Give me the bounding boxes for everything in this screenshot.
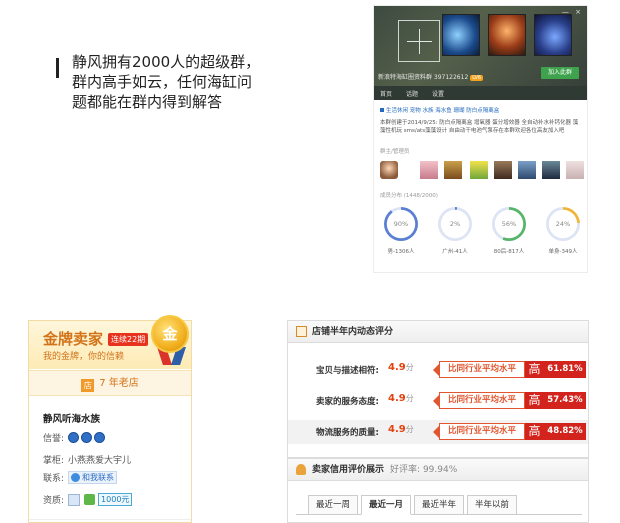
member-stats: 90% 男-1306人 2% 广州-41人 56% 80后-817人 24% 单… bbox=[374, 207, 587, 267]
stat-ring: 56% bbox=[492, 207, 526, 241]
shop-ratings-panel: 店铺半年内动态评分 宝贝与描述相符: 4.9分 比同行业平均水平 高 61.81… bbox=[287, 320, 589, 458]
level-badge: LV6 bbox=[470, 75, 484, 81]
percent-value: 61.81% bbox=[544, 361, 586, 378]
seller-title: 金牌卖家 bbox=[43, 330, 104, 348]
ratings-header: 店铺半年内动态评分 bbox=[288, 321, 588, 343]
tab-settings[interactable]: 设置 bbox=[432, 89, 444, 98]
group-header: — × 新浪特海缸圈资料群 397122612 LV6 加入此群 bbox=[374, 6, 587, 86]
compare-label: 比同行业平均水平 bbox=[433, 361, 525, 378]
group-tabs: 首页 话题 设置 bbox=[374, 86, 587, 100]
tab-before-half-year[interactable]: 半年以前 bbox=[467, 495, 517, 515]
high-badge: 高 bbox=[525, 361, 544, 378]
accent-bar bbox=[56, 58, 59, 78]
avatar[interactable] bbox=[444, 161, 462, 179]
avatar[interactable] bbox=[380, 161, 398, 179]
group-photo[interactable] bbox=[534, 14, 572, 56]
shop-years: 店7 年老店 bbox=[29, 370, 191, 396]
intro-block: 静风拥有2000人的超级群，群内高手如云，任何海缸问题都能在群内得到解答 bbox=[56, 52, 266, 112]
percent-value: 48.82% bbox=[544, 423, 586, 440]
high-badge: 高 bbox=[525, 392, 544, 409]
seller-slogan: 我的金牌，你的信赖 bbox=[43, 352, 125, 362]
contact-row: 联系: 和我联系 bbox=[43, 471, 118, 484]
contact-seller-button[interactable]: 和我联系 bbox=[68, 471, 118, 484]
positive-rate: 99.94% bbox=[422, 465, 458, 475]
intro-text: 静风拥有2000人的超级群，群内高手如云，任何海缸问题都能在群内得到解答 bbox=[72, 53, 261, 111]
tab-last-month[interactable]: 最近一月 bbox=[361, 495, 411, 515]
members-label: 成员分布 (1448/2000) bbox=[380, 193, 438, 199]
avatar[interactable] bbox=[566, 161, 584, 179]
streak-badge: 连续22期 bbox=[108, 333, 149, 346]
stat-label: 男-1306人 bbox=[387, 249, 415, 255]
gold-seller-card: 金牌卖家 连续22期 我的金牌，你的信赖 金 店7 年老店 静风听海水族 信誉:… bbox=[28, 315, 192, 523]
qq-group-card: — × 新浪特海缸圈资料群 397122612 LV6 加入此群 首页 话题 设置… bbox=[373, 5, 588, 273]
admins-label: 群主/管理员 bbox=[380, 149, 410, 155]
group-photo[interactable] bbox=[442, 14, 480, 56]
compare-label: 比同行业平均水平 bbox=[433, 392, 525, 409]
rating-row-logistics: 物流服务的质量: 4.9分 比同行业平均水平 高 48.82% bbox=[288, 420, 588, 444]
avatar[interactable] bbox=[470, 161, 488, 179]
seller-credit-panel: 卖家信用评价展示 好评率: 99.94% 最近一周 最近一月 最近半年 半年以前 bbox=[287, 458, 589, 523]
stat-label: 单身-349人 bbox=[548, 249, 578, 255]
tab-last-half-year[interactable]: 最近半年 bbox=[414, 495, 464, 515]
rating-row-description: 宝贝与描述相符: 4.9分 比同行业平均水平 高 61.81% bbox=[288, 358, 588, 382]
avatar[interactable] bbox=[494, 161, 512, 179]
qualification-row: 资质: 1000元 bbox=[43, 493, 133, 506]
avatar[interactable] bbox=[420, 161, 438, 179]
window-controls[interactable]: — × bbox=[562, 8, 583, 16]
stat-ring: 24% bbox=[546, 207, 580, 241]
stat-label: 广州-41人 bbox=[442, 249, 468, 255]
high-badge: 高 bbox=[525, 423, 544, 440]
stat-label: 80后-817人 bbox=[493, 249, 525, 255]
add-photo-icon[interactable] bbox=[398, 20, 440, 62]
credit-header: 卖家信用评价展示 好评率: 99.94% bbox=[288, 459, 588, 481]
diamond-icon bbox=[94, 432, 106, 443]
tab-home[interactable]: 首页 bbox=[380, 89, 392, 98]
join-group-button[interactable]: 加入此群 bbox=[541, 67, 579, 79]
id-verified-icon[interactable] bbox=[68, 493, 81, 506]
diamond-icon bbox=[81, 432, 93, 443]
gold-medal-icon: 金 bbox=[151, 315, 189, 353]
group-photo[interactable] bbox=[488, 14, 526, 56]
divider bbox=[29, 519, 191, 520]
avatar[interactable] bbox=[542, 161, 560, 179]
stat-ring: 90% bbox=[384, 207, 418, 241]
store-icon: 店 bbox=[81, 379, 95, 392]
group-description: 本群创建于2014/9/25: 防白点隔离盒 增氧器 蛋分增效器 全自动补水补钙… bbox=[380, 120, 579, 134]
group-tags: 生活休闲 宠物 水族 海水鱼 珊瑚 防白点隔离盒 bbox=[374, 100, 587, 114]
deposit-icon bbox=[84, 494, 96, 505]
tag-icon bbox=[380, 108, 384, 112]
group-name: 新浪特海缸圈资料群 397122612 LV6 bbox=[378, 74, 484, 81]
user-icon bbox=[296, 464, 306, 475]
shop-icon bbox=[296, 326, 307, 337]
keeper-row: 掌柜: 小燕燕爱大宇儿 bbox=[43, 453, 131, 466]
shop-name[interactable]: 静风听海水族 bbox=[43, 411, 100, 425]
tab-last-week[interactable]: 最近一周 bbox=[308, 495, 358, 515]
rating-row-service: 卖家的服务态度: 4.9分 比同行业平均水平 高 57.43% bbox=[288, 389, 588, 413]
keeper-name[interactable]: 小燕燕爱大宇儿 bbox=[68, 453, 131, 466]
reputation-row: 信誉: bbox=[43, 431, 107, 444]
compare-label: 比同行业平均水平 bbox=[433, 423, 525, 440]
avatar[interactable] bbox=[518, 161, 536, 179]
deposit-amount[interactable]: 1000元 bbox=[98, 493, 133, 506]
tab-topics[interactable]: 话题 bbox=[406, 89, 418, 98]
credit-period-tabs: 最近一周 最近一月 最近半年 半年以前 bbox=[308, 495, 517, 515]
admin-avatars bbox=[374, 161, 587, 187]
percent-value: 57.43% bbox=[544, 392, 586, 409]
diamond-icon bbox=[68, 432, 80, 443]
wangwang-icon bbox=[71, 473, 81, 482]
stat-ring: 2% bbox=[438, 207, 472, 241]
